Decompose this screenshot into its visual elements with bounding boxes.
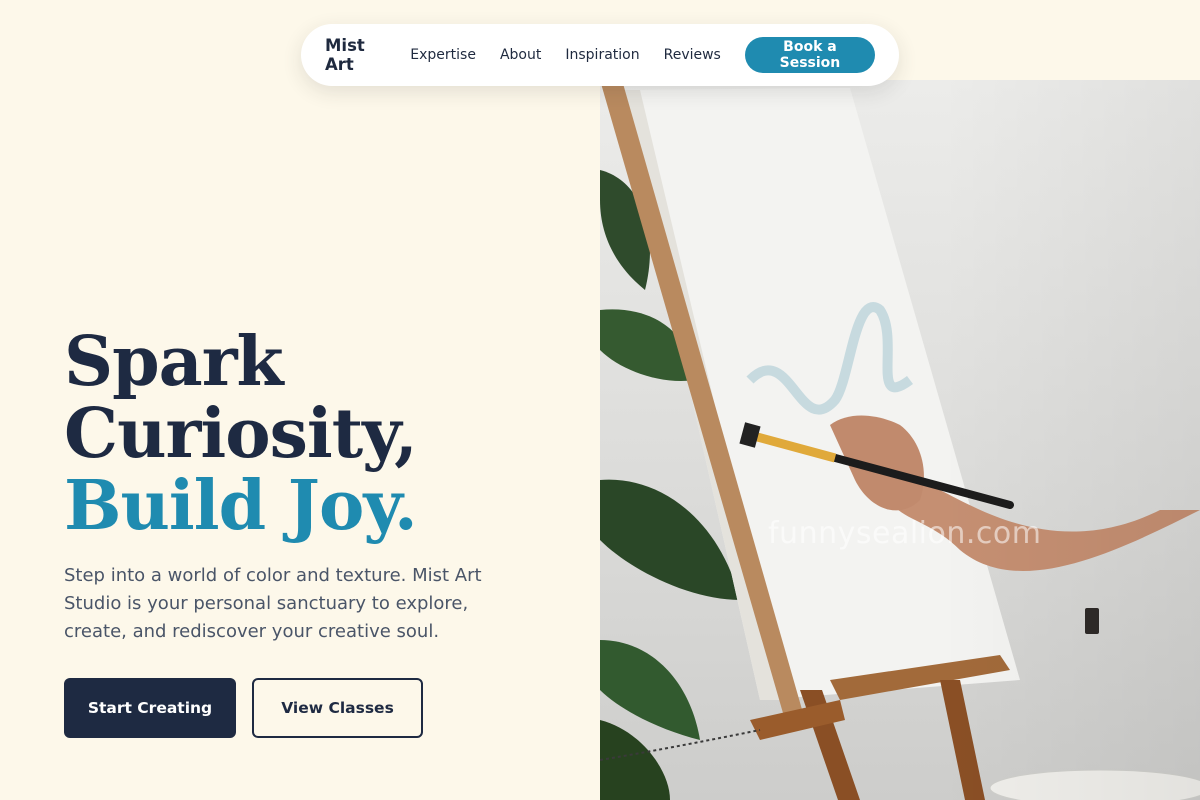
- view-classes-button[interactable]: View Classes: [252, 678, 423, 738]
- top-navigation: Mist Art Expertise About Inspiration Rev…: [301, 24, 899, 86]
- nav-link-about[interactable]: About: [500, 47, 541, 63]
- wall-shading: [940, 80, 1200, 800]
- hero-image: funnysealion.com: [600, 80, 1200, 800]
- brand-logo[interactable]: Mist Art: [325, 36, 386, 74]
- nav-link-reviews[interactable]: Reviews: [664, 47, 721, 63]
- start-creating-button[interactable]: Start Creating: [64, 678, 236, 738]
- headline-line-1: Spark: [64, 322, 284, 402]
- headline-line-3-accent: Build Joy.: [64, 466, 418, 546]
- headline-line-2: Curiosity,: [64, 394, 418, 474]
- book-session-button[interactable]: Book a Session: [744, 37, 875, 73]
- image-watermark: funnysealion.com: [768, 516, 1042, 551]
- hero-headline: Spark Curiosity, Build Joy.: [64, 322, 418, 546]
- hero-lead-paragraph: Step into a world of color and texture. …: [64, 565, 482, 642]
- nav-link-inspiration[interactable]: Inspiration: [565, 47, 639, 63]
- nav-link-expertise[interactable]: Expertise: [410, 47, 476, 63]
